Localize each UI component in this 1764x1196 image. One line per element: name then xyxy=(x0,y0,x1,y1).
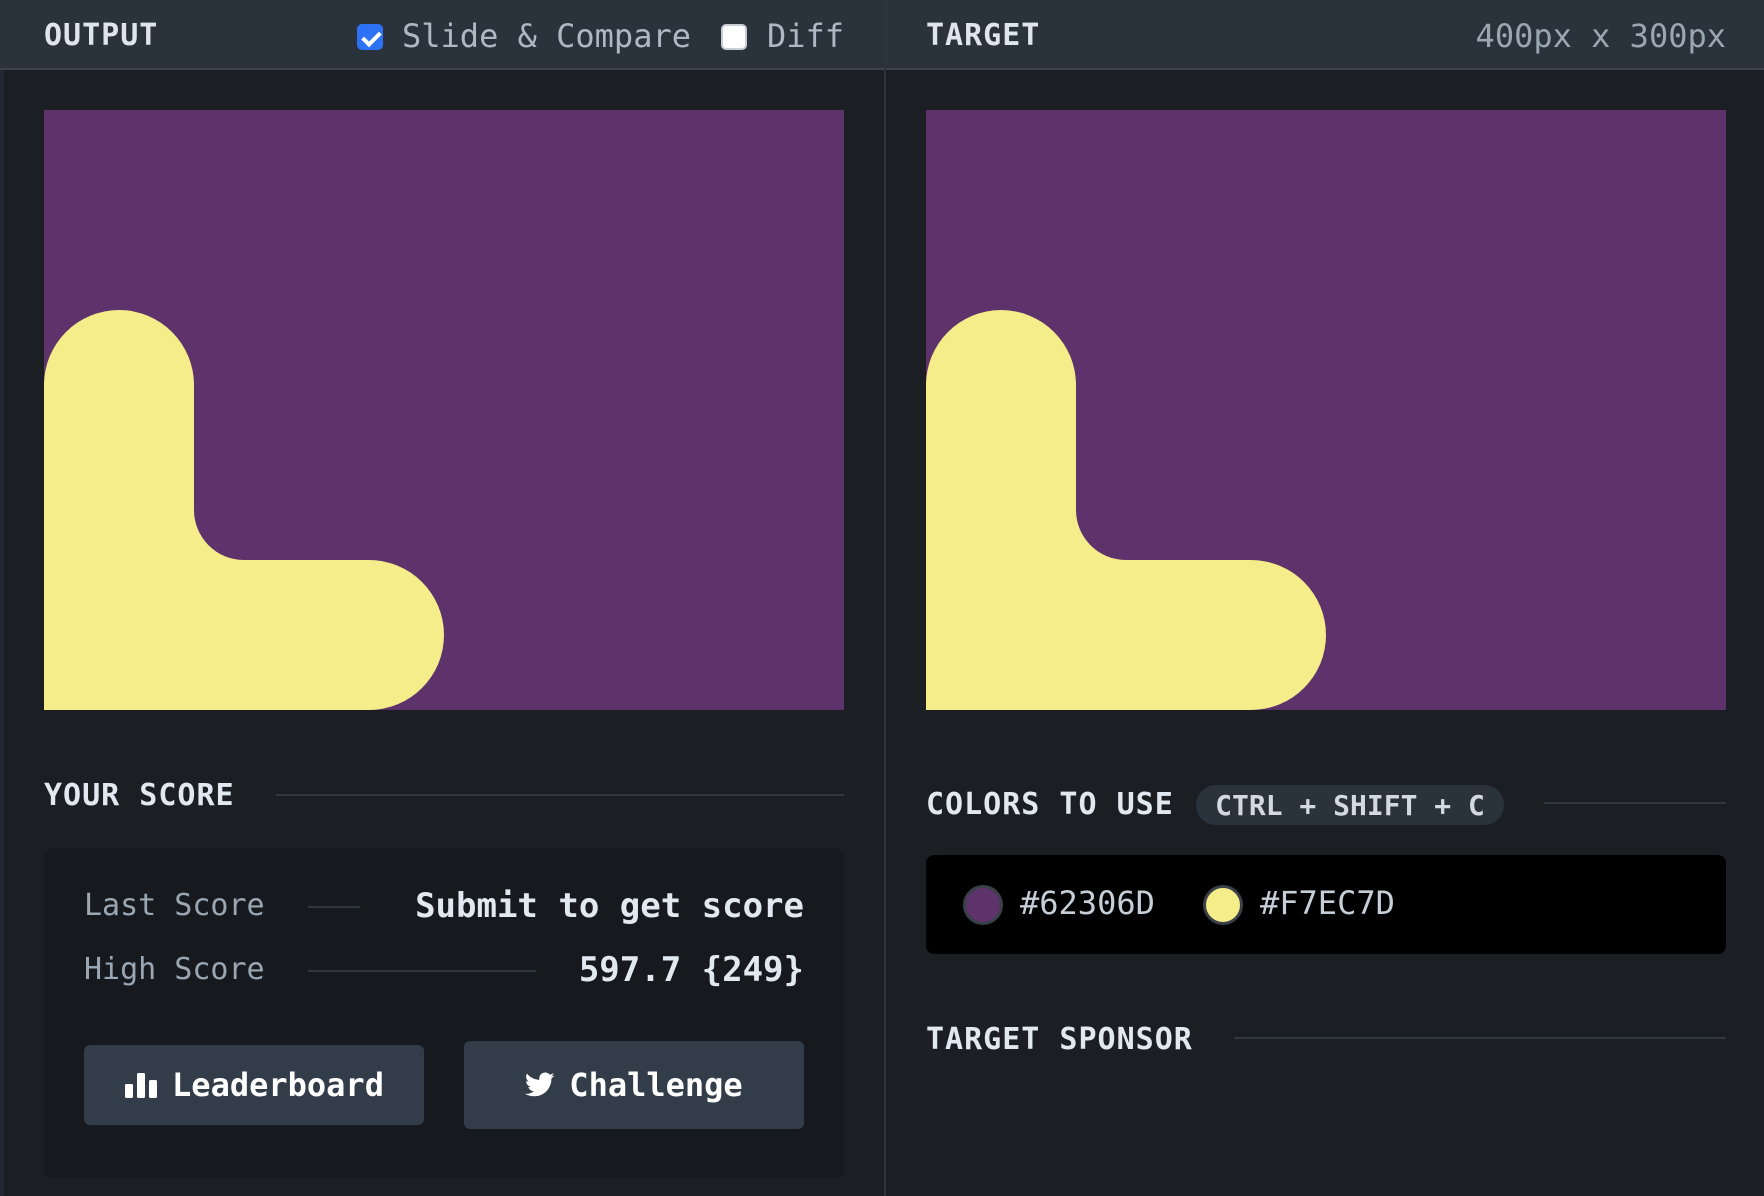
your-score-heading: YOUR SCORE xyxy=(44,778,235,813)
last-score-leader xyxy=(308,906,360,908)
left-edge xyxy=(0,70,4,1196)
color-swatch-yellow[interactable] xyxy=(1203,885,1243,925)
last-score-label: Last Score xyxy=(84,888,265,923)
diff-checkbox[interactable] xyxy=(721,24,747,50)
top-bar: OUTPUT Slide & Compare Diff TARGET 400px… xyxy=(0,0,1764,70)
output-canvas[interactable] xyxy=(44,110,844,710)
high-score-value: 597.7 {249} xyxy=(578,950,804,990)
score-heading-rule xyxy=(276,794,844,796)
shortcut-badge: CTRL + SHIFT + C xyxy=(1196,785,1504,825)
slide-compare-checkbox[interactable] xyxy=(357,24,383,50)
panel-divider[interactable] xyxy=(884,0,886,1196)
color-hex-yellow[interactable]: #F7EC7D xyxy=(1260,884,1395,922)
color-swatch-purple[interactable] xyxy=(963,885,1003,925)
slide-compare-label[interactable]: Slide & Compare xyxy=(402,17,691,55)
last-score-value: Submit to get score xyxy=(415,886,804,926)
challenge-label: Challenge xyxy=(569,1066,743,1104)
diff-label[interactable]: Diff xyxy=(767,17,844,55)
sponsor-heading: TARGET SPONSOR xyxy=(926,1022,1193,1057)
score-panel: Last Score Submit to get score High Scor… xyxy=(44,848,844,1178)
colors-heading-rule xyxy=(1544,802,1726,804)
high-score-leader xyxy=(308,970,536,972)
colors-heading: COLORS TO USE xyxy=(926,787,1174,822)
colors-panel: #62306D #F7EC7D xyxy=(926,855,1726,954)
bar-chart-icon xyxy=(124,1072,158,1098)
output-heading: OUTPUT xyxy=(44,18,159,53)
sponsor-heading-rule xyxy=(1234,1037,1726,1039)
target-canvas xyxy=(926,110,1726,710)
color-hex-purple[interactable]: #62306D xyxy=(1020,884,1155,922)
twitter-bird-icon xyxy=(525,1072,555,1098)
leaderboard-label: Leaderboard xyxy=(172,1066,384,1104)
challenge-button[interactable]: Challenge xyxy=(464,1041,804,1129)
target-heading: TARGET xyxy=(926,18,1041,53)
target-dimensions: 400px x 300px xyxy=(1475,17,1726,55)
leaderboard-button[interactable]: Leaderboard xyxy=(84,1045,424,1125)
high-score-label: High Score xyxy=(84,952,265,987)
